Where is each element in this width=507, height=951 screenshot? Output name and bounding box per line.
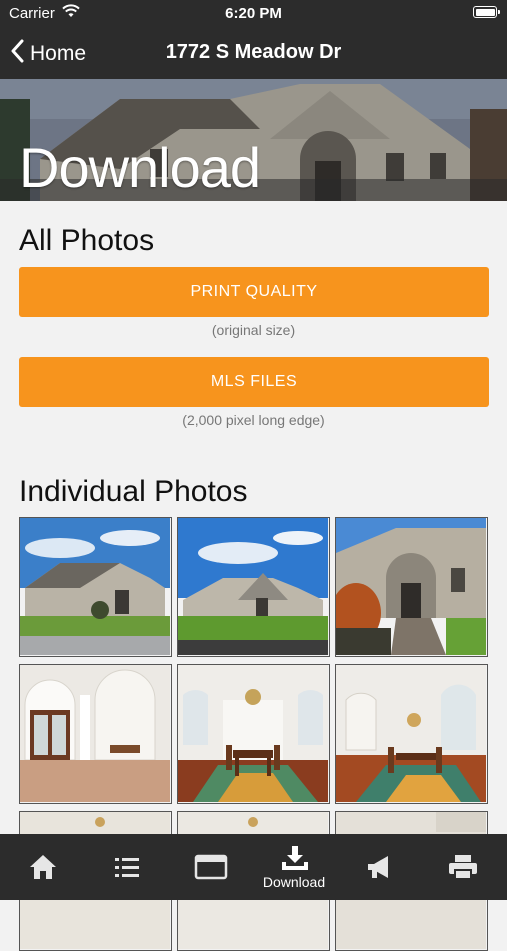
photo-thumbnail[interactable] xyxy=(19,517,172,657)
print-quality-note: (original size) xyxy=(211,322,296,338)
status-bar: Carrier 6:20 PM xyxy=(0,0,507,26)
battery-icon xyxy=(473,6,500,18)
clock: 6:20 PM xyxy=(225,5,282,22)
mls-files-button[interactable]: MLS FILES xyxy=(19,357,489,407)
tab-home[interactable] xyxy=(0,834,84,900)
mls-files-note: (2,000 pixel long edge) xyxy=(182,412,325,428)
tab-download[interactable]: Download xyxy=(252,834,336,900)
tab-list[interactable] xyxy=(84,834,168,900)
page-title: 1772 S Meadow Dr xyxy=(165,41,342,63)
photo-thumbnail[interactable] xyxy=(335,517,488,657)
tab-download-label: Download xyxy=(262,874,326,890)
hero-banner: Download xyxy=(0,79,507,201)
tab-bar: Download xyxy=(0,834,507,900)
print-quality-button[interactable]: PRINT QUALITY xyxy=(19,267,489,317)
individual-photos-heading: Individual Photos xyxy=(19,475,248,508)
all-photos-heading: All Photos xyxy=(19,224,155,257)
tab-print[interactable] xyxy=(420,834,504,900)
navigation-bar: Home 1772 S Meadow Dr xyxy=(0,26,507,79)
photo-thumbnail[interactable] xyxy=(177,664,330,804)
photo-thumbnail[interactable] xyxy=(177,517,330,657)
tab-window[interactable] xyxy=(168,834,252,900)
tab-announce[interactable] xyxy=(336,834,420,900)
hero-title: Download xyxy=(19,136,261,199)
main-content: All Photos PRINT QUALITY (original size)… xyxy=(0,201,507,951)
photo-thumbnail[interactable] xyxy=(335,664,488,804)
photo-thumbnail[interactable] xyxy=(19,664,172,804)
